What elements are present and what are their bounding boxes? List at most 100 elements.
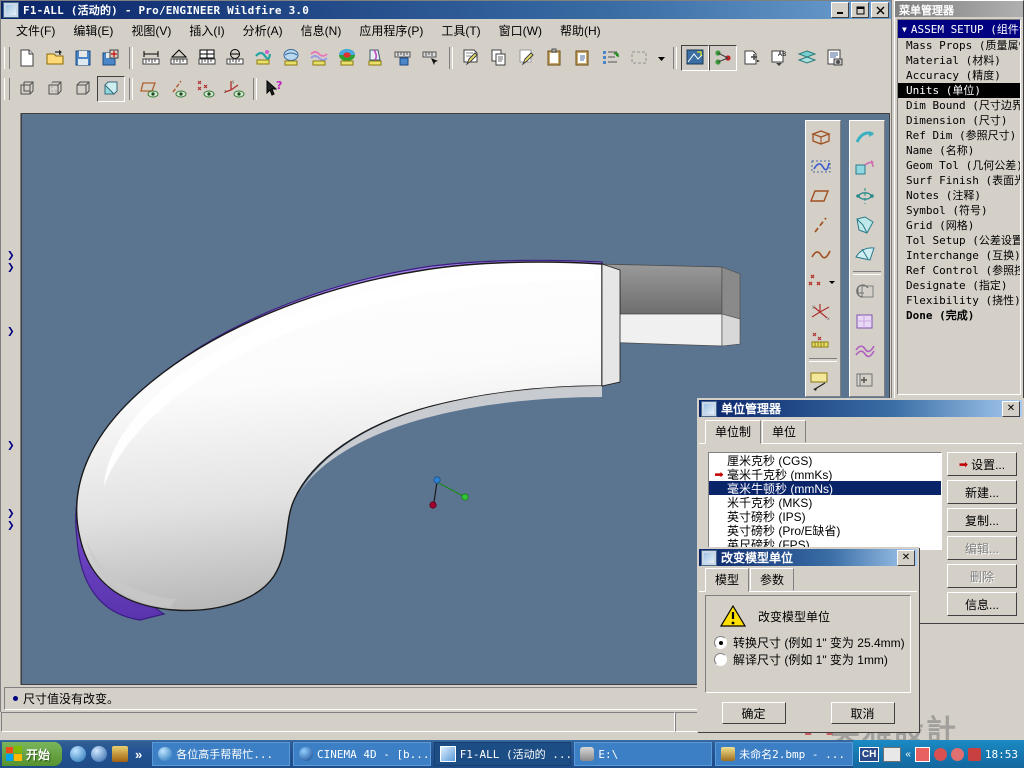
sketch-view-icon[interactable] [681, 45, 709, 71]
app3-icon[interactable] [951, 748, 964, 761]
menu-item-notes[interactable]: Notes (注释) [898, 188, 1020, 203]
change-units-close-button[interactable]: ✕ [897, 550, 915, 566]
media-icon[interactable] [91, 746, 107, 762]
menu-item-grid[interactable]: Grid (网格) [898, 218, 1020, 233]
coord-sys-display-icon[interactable]: yz [221, 76, 249, 102]
task-button-cinema4d[interactable]: CINEMA 4D - [b... [293, 742, 431, 766]
menu-info[interactable]: 信息(N) [292, 20, 351, 41]
paste-list-icon[interactable] [569, 45, 597, 71]
select-box-icon[interactable] [625, 45, 653, 71]
ime-indicator[interactable]: CH [859, 747, 879, 762]
task-button-browser[interactable]: 各位高手帮帮忙... [152, 742, 290, 766]
menu-item-material[interactable]: Material (材料) [898, 53, 1020, 68]
diameter-dim-icon[interactable] [221, 45, 249, 71]
navigator-expand-arrow-5[interactable]: ❯ [7, 511, 15, 518]
tab-parameters[interactable]: 参数 [750, 568, 794, 591]
measure-save-icon[interactable] [389, 45, 417, 71]
option-interpret-dimensions[interactable]: 解译尺寸 (例如 1" 变为 1mm) [714, 651, 910, 668]
navigator-strip[interactable]: ❯ ❯ ❯ ❯ ❯ ❯ [4, 113, 21, 685]
linear-dim-icon[interactable] [137, 45, 165, 71]
edit-def-icon[interactable] [457, 45, 485, 71]
toolbar-grip[interactable] [4, 47, 10, 69]
menu-manager-header[interactable]: ▼ ASSEM SETUP (组件设置) [898, 20, 1020, 38]
boundary-blend-icon[interactable] [850, 336, 880, 365]
tab-model[interactable]: 模型 [705, 568, 749, 592]
menu-item-name[interactable]: Name (名称) [898, 143, 1020, 158]
unit-manager-close-button[interactable]: ✕ [1002, 401, 1020, 417]
insert-point-icon[interactable] [737, 45, 765, 71]
paste-special-icon[interactable] [513, 45, 541, 71]
extrude-icon[interactable] [806, 123, 836, 152]
ok-button[interactable]: 确定 [722, 702, 786, 724]
table-dim-icon[interactable] [193, 45, 221, 71]
task-button-proe[interactable]: F1-ALL (活动的 ... [434, 742, 572, 766]
round-icon[interactable] [850, 123, 880, 152]
unit-system-list[interactable]: 厘米克秒 (CGS) ➡ 毫米千克秒 (mmKs) 毫米牛顿秒 (mmNs) 米… [708, 452, 942, 550]
navigator-expand-arrow-3[interactable]: ❯ [7, 329, 15, 336]
menu-item-interchange[interactable]: Interchange (互换) [898, 248, 1020, 263]
layers-icon[interactable] [793, 45, 821, 71]
menu-window[interactable]: 窗口(W) [490, 20, 551, 41]
maximize-button[interactable] [851, 2, 869, 18]
surface-analysis-icon[interactable] [277, 45, 305, 71]
navigator-expand-arrow-6[interactable]: ❯ [7, 523, 15, 530]
save-icon[interactable] [69, 45, 97, 71]
app1-icon[interactable] [915, 747, 930, 762]
datum-point-icon[interactable] [709, 45, 737, 71]
shaded-icon[interactable] [97, 76, 125, 102]
offset-ref-icon[interactable] [806, 326, 836, 355]
curvature-icon[interactable] [305, 45, 333, 71]
regenerate-icon[interactable] [597, 45, 625, 71]
color-map-icon[interactable] [333, 45, 361, 71]
datum-point-group-icon[interactable] [806, 268, 836, 297]
menu-tools[interactable]: 工具(T) [432, 20, 489, 41]
menu-edit[interactable]: 编辑(E) [64, 20, 122, 41]
copy-icon[interactable] [485, 45, 513, 71]
chamfer-icon[interactable] [850, 152, 880, 181]
start-button[interactable]: 开始 [2, 742, 62, 766]
close-button[interactable] [871, 2, 889, 18]
navigator-expand-arrow-2[interactable]: ❯ [7, 265, 15, 272]
shell-icon[interactable] [850, 210, 880, 239]
draft-check-icon[interactable] [361, 45, 389, 71]
menu-item-ref-dim[interactable]: Ref Dim (参照尺寸) [898, 128, 1020, 143]
overflow-chevron-icon[interactable]: » [135, 747, 142, 762]
menu-file[interactable]: 文件(F) [7, 20, 64, 41]
app4-icon[interactable] [968, 748, 981, 761]
datum-axis-display-icon[interactable] [165, 76, 193, 102]
option-convert-dimensions[interactable]: 转换尺寸 (例如 1" 变为 25.4mm) [714, 634, 910, 651]
keyboard-icon[interactable] [883, 747, 901, 762]
tab-units[interactable]: 单位 [762, 420, 806, 443]
ie-icon[interactable] [70, 746, 86, 762]
view-toolbar-grip[interactable] [4, 78, 10, 100]
radio-interpret[interactable] [714, 653, 727, 666]
menu-applications[interactable]: 应用程序(P) [350, 20, 432, 41]
menu-item-done[interactable]: Done (完成) [898, 308, 1020, 323]
datum-point-display-icon[interactable] [193, 76, 221, 102]
menu-analysis[interactable]: 分析(A) [234, 20, 292, 41]
info-unit-button[interactable]: 信息... [947, 592, 1017, 616]
menu-item-flexibility[interactable]: Flexibility (挠性) [898, 293, 1020, 308]
minimize-button[interactable] [831, 2, 849, 18]
hole-icon[interactable] [850, 181, 880, 210]
menu-item-surf-finish[interactable]: Surf Finish (表面光洁度) [898, 173, 1020, 188]
navigator-expand-arrow-4[interactable]: ❯ [7, 443, 15, 450]
datum-plane-icon[interactable] [806, 181, 836, 210]
chevron-left-icon[interactable]: « [905, 749, 911, 760]
help-pointer-icon[interactable]: ? [261, 76, 289, 102]
chevron-down-icon[interactable] [653, 45, 669, 71]
menu-item-dimension[interactable]: Dimension (尺寸) [898, 113, 1020, 128]
menu-item-geom-tol[interactable]: Geom Tol (几何公差) [898, 158, 1020, 173]
sketch-curve-icon[interactable] [806, 152, 836, 181]
datum-axis-icon[interactable] [806, 210, 836, 239]
datum-plane-display-icon[interactable] [137, 76, 165, 102]
paste-icon[interactable] [541, 45, 569, 71]
tab-unit-system[interactable]: 单位制 [705, 420, 761, 444]
menu-item-tol-setup[interactable]: Tol Setup (公差设置) [898, 233, 1020, 248]
paint-icon[interactable] [112, 746, 128, 762]
curve-analysis-icon[interactable] [249, 45, 277, 71]
surface-region-icon[interactable] [806, 365, 836, 394]
set-unit-button[interactable]: ➡ 设置... [947, 452, 1017, 476]
menu-help[interactable]: 帮助(H) [551, 20, 610, 41]
app2-icon[interactable] [934, 748, 947, 761]
